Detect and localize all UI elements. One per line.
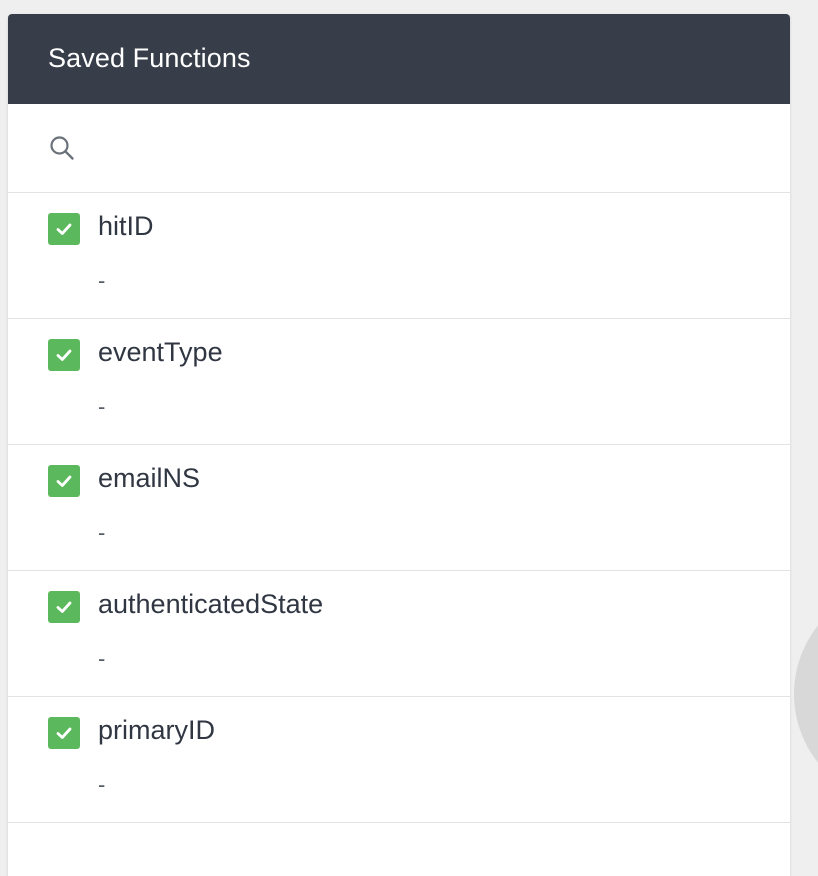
list-item[interactable]: authenticatedState -: [8, 571, 790, 697]
checkbox[interactable]: [48, 213, 80, 245]
checkbox[interactable]: [48, 339, 80, 371]
checkbox[interactable]: [48, 465, 80, 497]
item-label: authenticatedState: [98, 589, 324, 619]
checkbox[interactable]: [48, 591, 80, 623]
item-label: eventType: [98, 337, 223, 367]
check-icon: [56, 223, 72, 235]
check-icon: [56, 601, 72, 613]
check-icon: [56, 475, 72, 487]
search-icon: [48, 134, 76, 162]
check-icon: [56, 349, 72, 361]
saved-functions-panel: Saved Functions hitID - eventType - emai…: [8, 14, 790, 876]
checkbox[interactable]: [48, 717, 80, 749]
item-label: primaryID: [98, 715, 216, 745]
search-input[interactable]: [90, 128, 730, 168]
page: Saved Functions hitID - eventType - emai…: [0, 0, 818, 876]
item-label: emailNS: [98, 463, 201, 493]
item-description: -: [98, 394, 106, 419]
list-item[interactable]: eventType -: [8, 319, 790, 445]
item-description: -: [98, 520, 106, 545]
item-description: -: [98, 772, 106, 797]
panel-header: Saved Functions: [8, 14, 790, 104]
floating-circle: [794, 584, 818, 804]
panel-title: Saved Functions: [48, 42, 251, 73]
list-item[interactable]: emailNS -: [8, 445, 790, 571]
item-description: -: [98, 268, 106, 293]
check-icon: [56, 727, 72, 739]
list-item[interactable]: hitID -: [8, 193, 790, 319]
list-item[interactable]: primaryID -: [8, 697, 790, 823]
item-description: -: [98, 646, 106, 671]
item-label: hitID: [98, 211, 154, 241]
function-list: hitID - eventType - emailNS - authentica…: [8, 193, 790, 823]
search-bar: [8, 104, 790, 193]
